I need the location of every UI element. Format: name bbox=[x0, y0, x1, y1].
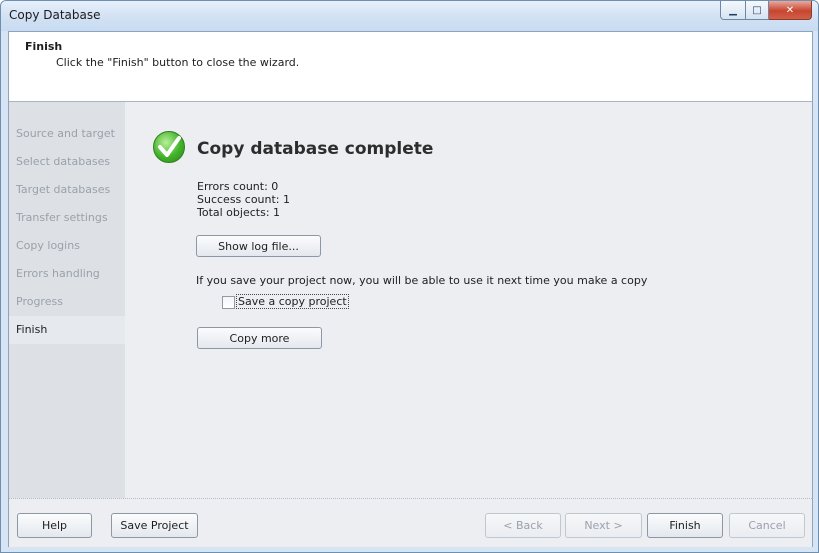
maximize-icon[interactable]: □ bbox=[746, 1, 769, 20]
wizard-steps-panel: Source and target Select databases Targe… bbox=[9, 102, 125, 498]
wizard-header: Finish Click the "Finish" button to clos… bbox=[9, 32, 812, 102]
header-title: Finish bbox=[25, 40, 63, 53]
window-title: Copy Database bbox=[9, 8, 101, 22]
complete-title: Copy database complete bbox=[197, 139, 434, 159]
step-errors-handling: Errors handling bbox=[16, 267, 100, 280]
help-button[interactable]: Help bbox=[17, 513, 92, 538]
step-copy-logins: Copy logins bbox=[16, 239, 80, 252]
step-finish: Finish bbox=[9, 316, 125, 344]
finish-page: Copy database complete Errors count: 0 S… bbox=[125, 102, 812, 498]
save-project-button[interactable]: Save Project bbox=[111, 513, 198, 538]
save-copy-project-checkbox[interactable] bbox=[222, 296, 235, 309]
close-icon[interactable]: ✕ bbox=[769, 1, 812, 20]
title-bar: Copy Database ▁ □ ✕ bbox=[1, 1, 818, 31]
save-copy-project-label[interactable]: Save a copy project bbox=[236, 294, 349, 309]
save-project-info: If you save your project now, you will b… bbox=[196, 274, 648, 287]
step-transfer-settings: Transfer settings bbox=[16, 211, 108, 224]
copy-database-window: Copy Database ▁ □ ✕ Finish Click the "Fi… bbox=[0, 0, 819, 553]
step-select-databases: Select databases bbox=[16, 155, 111, 168]
total-objects: Total objects: 1 bbox=[197, 206, 281, 219]
cancel-button[interactable]: Cancel bbox=[729, 513, 805, 538]
wizard-client: Finish Click the "Finish" button to clos… bbox=[8, 31, 813, 547]
errors-count: Errors count: 0 bbox=[197, 180, 279, 193]
step-progress: Progress bbox=[16, 295, 63, 308]
copy-more-button[interactable]: Copy more bbox=[197, 327, 322, 349]
wizard-footer: Help Save Project < Back Next > Finish C… bbox=[9, 498, 812, 547]
step-source-and-target: Source and target bbox=[16, 127, 115, 140]
minimize-icon[interactable]: ▁ bbox=[720, 1, 746, 20]
finish-button[interactable]: Finish bbox=[647, 513, 723, 538]
next-button[interactable]: Next > bbox=[565, 513, 642, 538]
step-target-databases: Target databases bbox=[16, 183, 111, 196]
back-button[interactable]: < Back bbox=[485, 513, 561, 538]
success-count: Success count: 1 bbox=[197, 193, 291, 206]
window-controls: ▁ □ ✕ bbox=[720, 1, 812, 21]
success-check-icon bbox=[153, 131, 185, 163]
show-log-file-button[interactable]: Show log file... bbox=[196, 235, 321, 257]
header-subtitle: Click the "Finish" button to close the w… bbox=[56, 56, 300, 69]
